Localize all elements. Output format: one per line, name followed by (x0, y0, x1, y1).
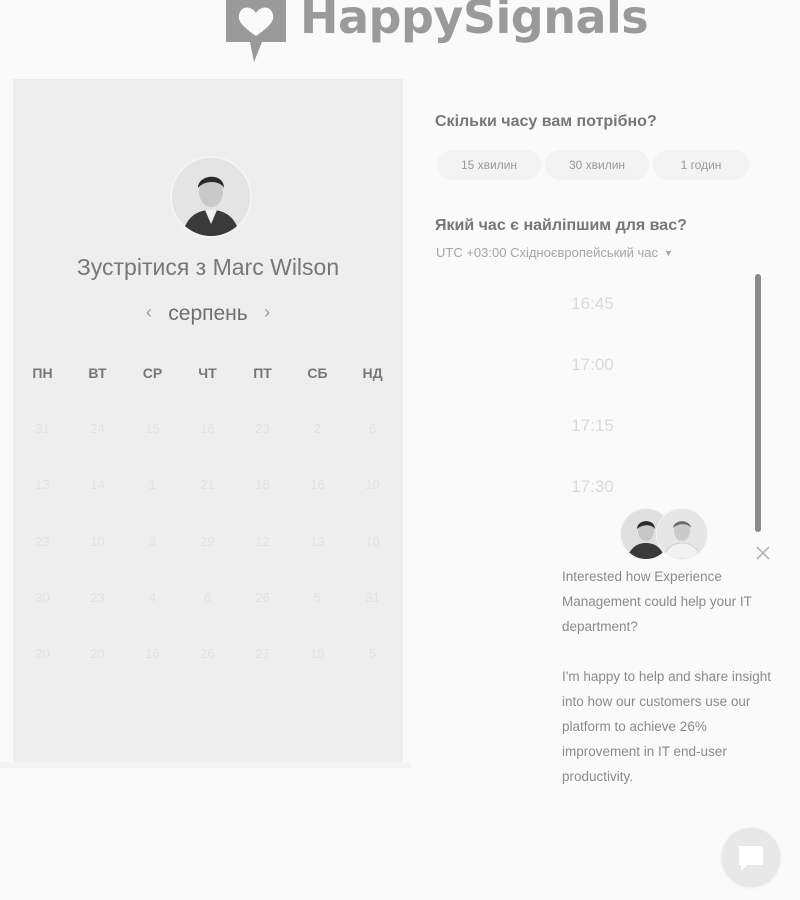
speech-heart-icon (226, 0, 286, 62)
calendar-day: 20 (90, 646, 105, 661)
timezone-select[interactable]: UTC +03:00 Східноєвропейський час ▼ (436, 245, 673, 260)
calendar-day: 23 (90, 590, 105, 605)
calendar-day: 10 (365, 477, 380, 492)
happysignals-logo: HappySignals (218, 0, 649, 64)
calendar-day: 18 (310, 646, 325, 661)
time-slot[interactable]: 17:00 (470, 341, 715, 402)
calendar-week: 30 23 4 6 26 5 31 (15, 590, 400, 605)
host-avatar (170, 156, 252, 238)
calendar-day: 6 (203, 590, 212, 605)
calendar-day: 3 (148, 534, 157, 549)
time-slot[interactable]: 17:15 (470, 402, 715, 463)
calendar-day: 13 (310, 534, 325, 549)
weekday-label: ЧТ (198, 365, 217, 381)
chat-message-body: I'm happy to help and share insight into… (562, 669, 771, 784)
chevron-left-icon[interactable]: ‹ (146, 302, 152, 323)
duration-option-60[interactable]: 1 годин (653, 150, 749, 180)
duration-options: 15 хвилин 30 хвилин 1 годин (437, 150, 757, 184)
calendar-day: 30 (35, 590, 50, 605)
chat-agent-avatars (620, 508, 710, 560)
month-navigation: ‹ серпень › (13, 302, 403, 326)
calendar-day: 23 (255, 421, 270, 436)
calendar-day: 16 (310, 477, 325, 492)
calendar-day: 31 (365, 590, 380, 605)
duration-question: Скільки часу вам потрібно? (435, 113, 657, 130)
calendar-day: 1 (148, 477, 157, 492)
calendar-day: 6 (368, 421, 377, 436)
calendar-day: 21 (200, 477, 215, 492)
duration-option-30[interactable]: 30 хвилин (545, 150, 649, 180)
chat-bubble-icon (739, 846, 763, 871)
weekday-label: ПН (32, 365, 53, 381)
calendar-day: 4 (148, 590, 157, 605)
time-slot-list: 16:45 17:00 17:15 17:30 (470, 280, 715, 524)
duration-option-15[interactable]: 15 хвилин (437, 150, 541, 180)
timezone-label: UTC +03:00 Східноєвропейський час (436, 245, 658, 260)
calendar-day: 2 (313, 421, 322, 436)
calendar-day: 5 (368, 646, 377, 661)
calendar-day: 31 (35, 421, 50, 436)
calendar-day: 14 (90, 477, 105, 492)
calendar-week: 13 14 1 21 18 16 10 (15, 477, 400, 492)
calendar-day: 10 (90, 534, 105, 549)
time-question: Який час є найліпшим для вас? (435, 217, 687, 234)
meet-title: Зустрітися з Marc Wilson (76, 254, 340, 280)
weekday-label: НД (362, 365, 383, 381)
calendar-day: 18 (255, 477, 270, 492)
calendar-week: 23 10 3 29 12 13 10 (15, 534, 400, 549)
caret-down-icon: ▼ (663, 248, 673, 258)
chevron-right-icon[interactable]: › (264, 302, 270, 323)
calendar-day: 26 (255, 590, 270, 605)
brand-name: HappySignals (300, 0, 649, 44)
calendar-day: 12 (255, 534, 270, 549)
calendar-week: 31 24 15 16 23 2 6 (15, 421, 400, 436)
card-shadow (0, 762, 410, 768)
chat-message: Interested how Experience Management cou… (562, 564, 772, 814)
weekday-label: СБ (307, 365, 328, 381)
chat-message-intro: Interested how Experience Management cou… (562, 569, 752, 634)
calendar-day: 23 (35, 534, 50, 549)
chat-launcher-button[interactable] (722, 828, 780, 886)
calendar-day: 16 (145, 646, 160, 661)
calendar-week: 20 20 16 26 27 18 5 (15, 646, 400, 661)
weekday-label: СР (142, 365, 163, 381)
calendar-day: 29 (200, 534, 215, 549)
calendar-day: 10 (365, 534, 380, 549)
weekday-header: ПН ВТ СР ЧТ ПТ СБ НД (15, 365, 400, 381)
calendar-day: 20 (35, 646, 50, 661)
calendar-day: 13 (35, 477, 50, 492)
month-label: серпень (168, 302, 248, 325)
calendar-day: 27 (255, 646, 270, 661)
calendar-day: 15 (145, 421, 160, 436)
weekday-label: ВТ (88, 365, 107, 381)
calendar-day: 5 (313, 590, 322, 605)
close-icon[interactable] (754, 544, 772, 562)
weekday-label: ПТ (253, 365, 272, 381)
calendar-day: 16 (200, 421, 215, 436)
time-slot[interactable]: 16:45 (470, 280, 715, 341)
calendar-day: 26 (200, 646, 215, 661)
calendar-day: 24 (90, 421, 105, 436)
scrollbar-thumb[interactable] (755, 274, 761, 532)
agent-avatar (656, 508, 708, 560)
